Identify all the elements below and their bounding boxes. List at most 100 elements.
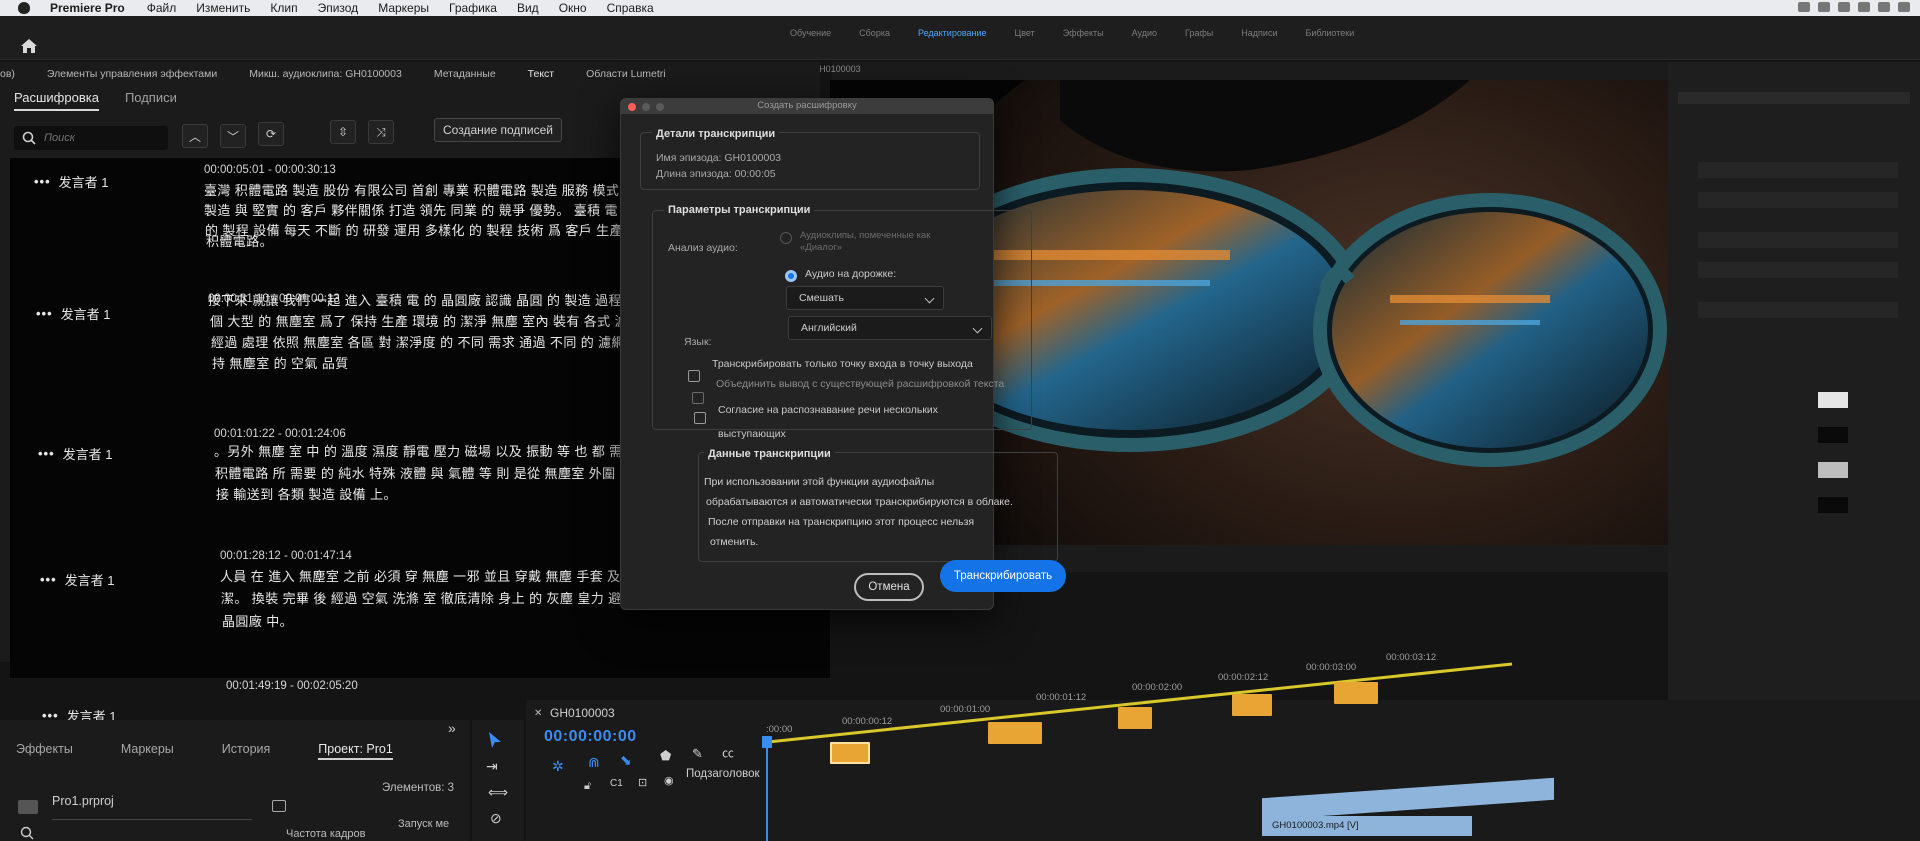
menu-window[interactable]: Окно [559,1,587,15]
close-sequence-icon[interactable]: ✕ [534,708,542,719]
segment-line[interactable]: 积體電路。 [206,231,273,253]
sync-lock-icon[interactable]: ⊡ [638,776,647,789]
segment-line[interactable]: 人員 在 進入 無塵室 之前 必須 穿 無塵 一邪 並且 穿戴 無塵 手套 及 … [220,566,669,588]
language-dropdown[interactable]: Английский [788,316,992,340]
checkbox-in-out[interactable] [688,370,700,382]
playhead[interactable] [766,738,768,841]
transcript-search[interactable] [14,126,168,150]
segment-line[interactable]: 潔。 換裝 完畢 後 經過 空氣 洗滌 室 徹底清除 身上 的 灰塵 皇力 避免… [221,588,652,610]
segment-line[interactable]: 個 大型 的 無塵室 爲了 保持 生產 環境 的 潔淨 無塵 室內 裝有 各式 … [210,311,659,333]
menu-clip[interactable]: Клип [270,1,297,15]
more-icon[interactable]: ••• [34,174,51,189]
tab-lumetri-scopes[interactable]: Области Lumetri [586,68,666,80]
track-select-tool-icon[interactable]: ⇥ [486,758,498,775]
more-icon[interactable]: ••• [40,572,57,587]
expand-button[interactable]: ⇳ [330,120,356,144]
ws-tab-editing[interactable]: Редактирование [918,28,987,38]
tab-history[interactable]: История [222,742,270,760]
captions-icon[interactable]: ㏄ [722,744,734,761]
segment-line[interactable]: 晶圓廠 中。 [222,611,293,633]
speaker-label[interactable]: ••• 发言者 1 [40,570,115,589]
zoom-window-icon[interactable] [656,103,664,111]
wrench-icon[interactable]: ✎ [692,746,703,762]
ripple-edit-tool-icon[interactable]: ⟺ [488,784,508,801]
next-result-button[interactable]: ﹀ [220,124,246,148]
segment-line[interactable]: 製造 與 堅實 的 客戶 夥伴關係 打造 領先 同業 的 競爭 優勢。 臺積 電… [204,200,653,222]
menu-view[interactable]: Вид [517,1,539,15]
home-icon[interactable] [20,38,38,54]
radio-dialogue[interactable] [780,232,792,244]
app-menu[interactable]: Premiere Pro [50,1,125,15]
speaker-label[interactable]: ••• 发言者 1 [36,304,111,323]
speaker-label[interactable]: ••• 发言者 1 [38,444,113,463]
tab-project[interactable]: Проект: Pro1 [318,742,393,760]
caption-clip[interactable] [1232,694,1272,716]
menu-edit[interactable]: Изменить [196,1,250,15]
tab-partial[interactable]: ов) [0,68,15,80]
tab-audio-clip-mixer[interactable]: Микш. аудиоклипа: GH0100003 [249,68,402,80]
lock-icon[interactable]: 🔓︎ [584,780,591,793]
menu-graphics[interactable]: Графика [449,1,497,15]
segment-line[interactable]: 持 無塵室 的 空氣 品質 [212,353,349,375]
ws-tab-audio[interactable]: Аудио [1132,28,1157,38]
collapse-button[interactable]: ⤨ [368,120,394,144]
tab-effects[interactable]: Эффекты [16,742,73,760]
search-input[interactable] [44,132,144,144]
segment-line[interactable]: 。另外 無塵 室 中 的 溫度 濕度 靜電 壓力 磁場 以及 振動 等 也 都 … [214,441,653,463]
mix-dropdown[interactable]: Смешать [786,286,944,310]
razor-tool-icon[interactable]: ⊘ [490,810,502,827]
col-media-start[interactable]: Запуск ме [398,818,449,830]
tab-transcript[interactable]: Расшифровка [14,90,99,111]
add-marker-icon[interactable]: ⬊ [620,752,632,769]
tab-markers[interactable]: Маркеры [121,742,174,760]
create-captions-button[interactable]: Создание подписей [434,118,562,142]
menu-sequence[interactable]: Эпизод [318,1,359,15]
selection-tool-icon[interactable] [486,730,504,750]
tab-text[interactable]: Текст [528,68,554,80]
bin-icon[interactable] [272,800,286,812]
caption-clip[interactable] [830,742,870,764]
ws-tab-captions[interactable]: Надписи [1241,28,1277,38]
segment-line[interactable]: 經過 處理 依照 無塵室 各區 對 潔淨度 的 不同 需求 通過 不同 的 濾網… [211,332,656,354]
minimize-window-icon[interactable] [642,103,650,111]
segment-line[interactable]: 积體電路 所 需要 的 純水 特殊 液體 與 氣體 等 則 是從 無塵室 外圍 … [215,463,664,485]
apple-icon[interactable] [18,2,30,14]
playhead-handle[interactable] [762,736,772,748]
segment-line[interactable]: 接下來 就讓 我們 一起 進入 臺積 電 的 晶圓廠 認識 晶圓 的 製造 過程… [208,290,653,312]
menu-markers[interactable]: Маркеры [378,1,429,15]
caption-clip[interactable] [1334,682,1378,704]
replace-button[interactable]: ⟳ [258,122,284,146]
snap-icon[interactable]: ✲ [552,758,564,775]
track-name[interactable]: Подзаголовок [686,768,760,780]
tab-effect-controls[interactable]: Элементы управления эффектами [47,68,217,80]
tab-captions[interactable]: Подписи [125,90,177,111]
segment-line[interactable]: 臺灣 积體電路 製造 股份 有限公司 首創 專業 积體電路 製造 服務 模式 以… [204,180,654,202]
marker-icon[interactable]: ⬟ [660,748,671,764]
menu-help[interactable]: Справка [607,1,654,15]
tab-metadata[interactable]: Метаданные [434,68,496,80]
segment-line[interactable]: 接 輸送到 各類 製造 設備 上。 [216,484,397,506]
checkbox-merge[interactable] [692,392,704,404]
transcribe-button[interactable]: Транскрибировать [940,560,1066,592]
ws-tab-effects[interactable]: Эффекты [1063,28,1104,38]
linked-selection-icon[interactable]: ⋒ [588,754,600,771]
cancel-button[interactable]: Отмена [854,573,924,601]
radio-track[interactable] [785,270,797,282]
playhead-timecode[interactable]: 00:00:00:00 [544,728,637,746]
sequence-tab[interactable]: GH0100003 [550,706,615,720]
ws-tab-libraries[interactable]: Библиотеки [1305,28,1354,38]
col-frame-rate[interactable]: Частота кадров [286,828,366,840]
more-icon[interactable]: ••• [38,446,55,461]
ws-tab-assembly[interactable]: Сборка [859,28,890,38]
caption-clip[interactable] [1118,707,1152,729]
ws-tab-learn[interactable]: Обучение [790,28,831,38]
caption-clip[interactable] [988,722,1042,744]
ws-tab-graphics[interactable]: Графы [1185,28,1213,38]
checkbox-speakers[interactable] [694,412,706,424]
project-search-field[interactable] [52,800,252,820]
panel-overflow-icon[interactable]: » [448,720,456,736]
work-area-bar[interactable] [760,650,1520,750]
more-icon[interactable]: ••• [36,306,53,321]
eye-icon[interactable]: ◉ [664,774,674,787]
close-window-icon[interactable] [628,103,636,111]
